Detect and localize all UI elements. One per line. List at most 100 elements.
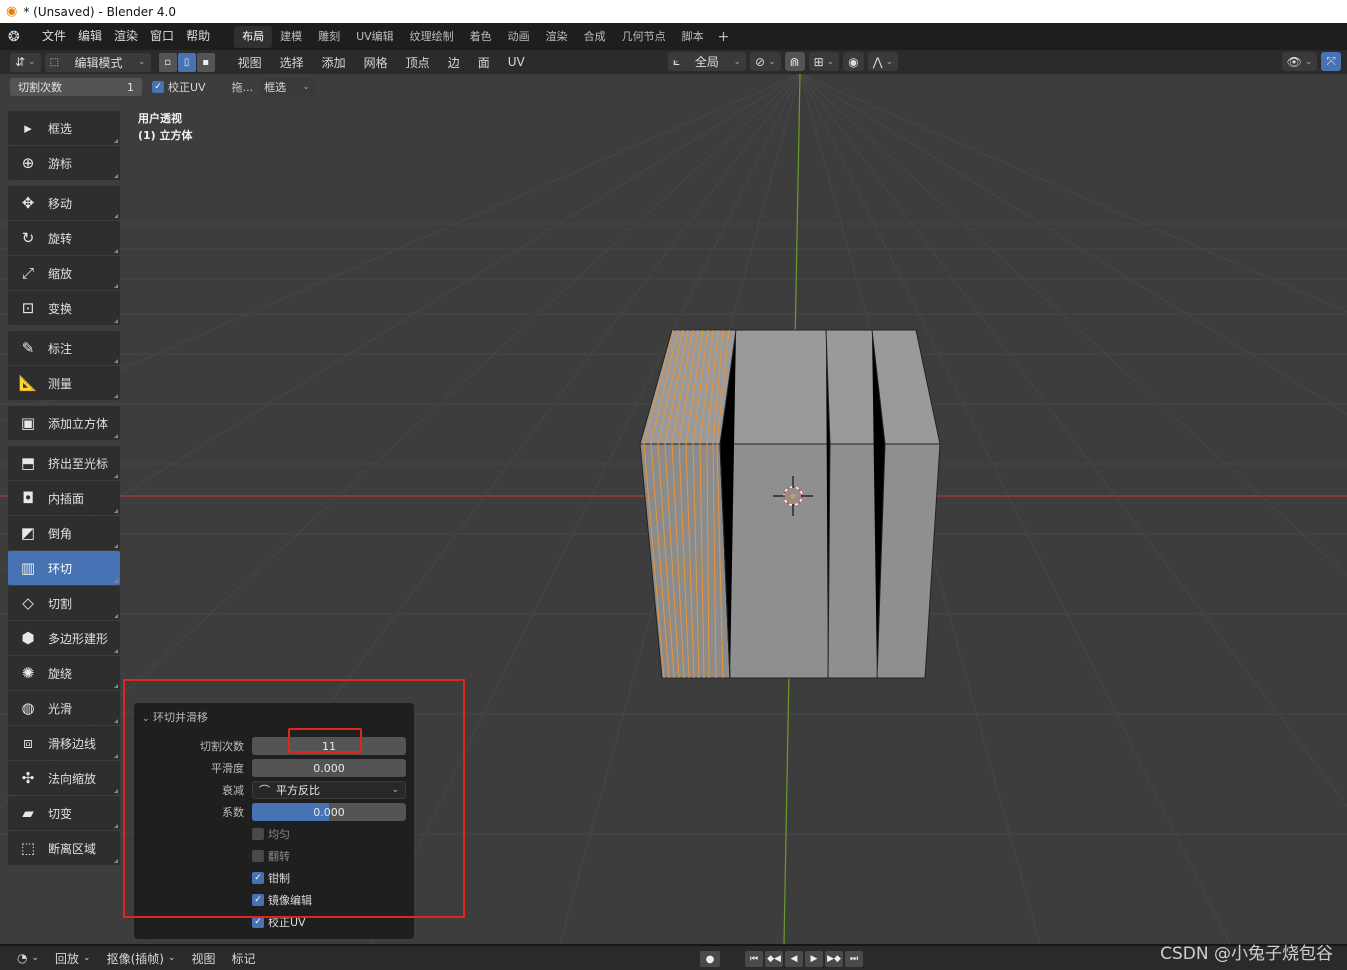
tool-loop-cut[interactable]: ▥ 环切 (8, 551, 120, 585)
record-button[interactable]: ● (700, 951, 720, 967)
editor-type-button[interactable]: ⇵ ⌄ (10, 52, 41, 72)
checkbox-checked-icon[interactable]: ✓ (252, 916, 264, 928)
tab-texture-paint[interactable]: 纹理绘制 (402, 26, 462, 48)
tool-scale[interactable]: ⤢ 缩放 (8, 256, 120, 290)
marker-menu[interactable]: 标记 (227, 950, 261, 967)
mirror-editing-checkbox[interactable]: ✓ 镜像编辑 (252, 892, 312, 908)
gizmo-toggle[interactable]: ⤧ (1321, 52, 1341, 71)
tool-spin[interactable]: ✺ 旋绕 (8, 656, 120, 690)
clamp-checkbox[interactable]: ✓ 钳制 (252, 870, 290, 886)
transform-orientation-dropdown[interactable]: ⟀ 全局 ⌄ (668, 52, 746, 71)
menu-edit[interactable]: 编辑 (72, 23, 108, 50)
menu-file[interactable]: 文件 (36, 23, 72, 50)
redo-panel: ⌄ 环切并滑移 切割次数 11 平滑度 0.000 衰减 ⌒ 平方反比 ⌄ 系数… (134, 703, 414, 939)
menu-add[interactable]: 添加 (315, 54, 353, 71)
tool-knife[interactable]: ◇ 切割 (8, 586, 120, 620)
tab-layout[interactable]: 布局 (234, 25, 273, 48)
tab-geometry-nodes[interactable]: 几何节点 (614, 26, 674, 48)
tool-move[interactable]: ✥ 移动 (8, 186, 120, 220)
tool-edge-slide[interactable]: ⧈ 滑移边线 (8, 726, 120, 760)
checkbox-unchecked-icon[interactable] (252, 850, 264, 862)
edge-select-icon[interactable]: ▯ (177, 52, 196, 72)
jump-start-icon[interactable]: ⏮ (745, 951, 763, 967)
menu-help[interactable]: 帮助 (180, 23, 216, 50)
jump-end-icon[interactable]: ⏭ (845, 951, 863, 967)
factor-label: 系数 (222, 806, 244, 819)
tool-shrink-fatten[interactable]: ✣ 法向缩放 (8, 761, 120, 795)
face-select-icon[interactable]: ▪ (196, 52, 215, 72)
menu-uv[interactable]: UV (501, 55, 532, 69)
tool-bevel[interactable]: ◩ 倒角 (8, 516, 120, 550)
keying-menu[interactable]: 抠像(插帧) ⌄ (102, 950, 181, 967)
tool-smooth[interactable]: ◍ 光滑 (8, 691, 120, 725)
tab-scripting[interactable]: 脚本 (674, 26, 712, 48)
checkbox-unchecked-icon[interactable] (252, 828, 264, 840)
factor-slider[interactable]: 0.000 (252, 803, 406, 821)
tool-annotate[interactable]: ✎ 标注 (8, 331, 120, 365)
title-bar: ◉ * (Unsaved) - Blender 4.0 (0, 0, 1347, 23)
menu-render[interactable]: 渲染 (108, 23, 144, 50)
number-of-cuts-field[interactable]: 11 (252, 737, 406, 755)
even-checkbox[interactable]: 均匀 (252, 826, 290, 842)
tool-transform[interactable]: ⊡ 变换 (8, 291, 120, 325)
tool-rip-region[interactable]: ⬚ 断离区域 (8, 831, 120, 865)
redo-panel-header[interactable]: ⌄ 环切并滑移 (142, 709, 208, 725)
tab-modeling[interactable]: 建模 (272, 26, 310, 48)
menu-window[interactable]: 窗口 (144, 23, 180, 50)
menu-select[interactable]: 选择 (273, 54, 311, 71)
tab-rendering[interactable]: 渲染 (538, 26, 576, 48)
tab-animation[interactable]: 动画 (500, 26, 538, 48)
snap-target-dropdown[interactable]: ⊞ ⌄ (808, 52, 840, 71)
tool-extrude-cursor[interactable]: ⬒ 挤出至光标 (8, 446, 120, 480)
tool-add-cube[interactable]: ▣ 添加立方体 (8, 406, 120, 440)
timeline-editor-button[interactable]: ◔ ⌄ (12, 951, 44, 965)
visibility-dropdown[interactable]: 👁 ⌄ (1281, 52, 1318, 71)
inset-icon: ◘ (22, 489, 34, 507)
tab-shading[interactable]: 着色 (462, 26, 500, 48)
menu-vertex[interactable]: 顶点 (399, 54, 437, 71)
proportional-icon: ◉ (848, 54, 859, 69)
tool-rotate[interactable]: ↻ 旋转 (8, 221, 120, 255)
prev-keyframe-icon[interactable]: ◆◀ (765, 951, 783, 967)
menu-edge[interactable]: 边 (441, 54, 467, 71)
pivot-point-dropdown[interactable]: ⊘ ⌄ (750, 52, 781, 71)
tab-sculpting[interactable]: 雕刻 (310, 26, 348, 48)
tool-inset[interactable]: ◘ 内插面 (8, 481, 120, 515)
select-box-label: 框选 (264, 81, 287, 94)
snap-toggle[interactable]: ⋒ (784, 52, 805, 71)
next-keyframe-icon[interactable]: ▶◆ (825, 951, 843, 967)
falloff-dropdown[interactable]: ⋀ ⌄ (867, 52, 899, 71)
playback-menu[interactable]: 回放 ⌄ (50, 950, 96, 967)
select-box-dropdown[interactable]: 框选 ⌄ (259, 77, 316, 97)
blender-menu-icon[interactable]: ❂ (8, 29, 28, 45)
checkbox-checked-icon[interactable]: ✓ (252, 872, 264, 884)
tool-measure[interactable]: 📐 测量 (8, 366, 120, 400)
edit-mode-icon: ⬚ (49, 56, 60, 68)
play-reverse-icon[interactable]: ◀ (785, 951, 803, 967)
tab-uv-editing[interactable]: UV编辑 (348, 26, 402, 48)
correct-uv-row: ✓ 校正UV (134, 912, 414, 932)
falloff-dropdown[interactable]: ⌒ 平方反比 ⌄ (252, 781, 406, 799)
correct-uv-checkbox[interactable]: ✓ 校正UV (252, 914, 306, 930)
timeline-view-menu[interactable]: 视图 (187, 950, 221, 967)
vertex-select-icon[interactable]: ▫ (158, 52, 177, 72)
flip-checkbox[interactable]: 翻转 (252, 848, 290, 864)
tool-poly-build[interactable]: ⬢ 多边形建形 (8, 621, 120, 655)
checkbox-checked-icon[interactable]: ✓ (152, 81, 164, 93)
correct-uv-toggle[interactable]: ✓ 校正UV (152, 79, 206, 95)
cuts-field[interactable]: 切割次数 1 (10, 78, 142, 96)
checkbox-checked-icon[interactable]: ✓ (252, 894, 264, 906)
menu-view[interactable]: 视图 (231, 54, 269, 71)
mode-dropdown[interactable]: ⬚ 编辑模式 ⌄ (44, 52, 151, 72)
proportional-edit-toggle[interactable]: ◉ (843, 52, 864, 71)
menu-face[interactable]: 面 (471, 54, 497, 71)
add-workspace-button[interactable]: + (712, 29, 736, 45)
tool-select-box[interactable]: ▸ 框选 (8, 111, 120, 145)
tool-cursor[interactable]: ⊕ 游标 (8, 146, 120, 180)
tool-shear[interactable]: ▰ 切变 (8, 796, 120, 830)
menu-mesh[interactable]: 网格 (357, 54, 395, 71)
play-icon[interactable]: ▶ (805, 951, 823, 967)
tab-compositing[interactable]: 合成 (576, 26, 614, 48)
smoothness-field[interactable]: 0.000 (252, 759, 406, 777)
record-icon: ● (705, 953, 715, 965)
